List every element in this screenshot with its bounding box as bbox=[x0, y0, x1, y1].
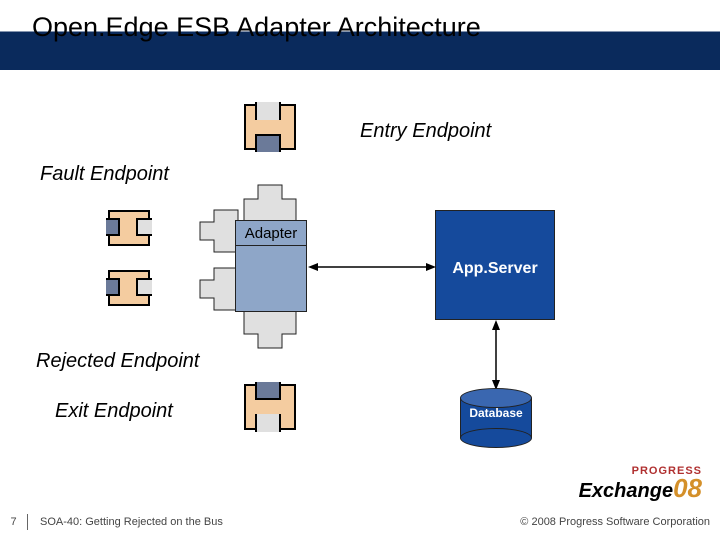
adapter-left-bottom-stub bbox=[200, 268, 238, 315]
adapter-appserver-arrow bbox=[308, 260, 436, 278]
entry-endpoint-port bbox=[244, 104, 296, 150]
page-title: Open.Edge ESB Adapter Architecture bbox=[32, 12, 481, 43]
appserver-label: App.Server bbox=[435, 260, 555, 278]
adapter-left-top-stub bbox=[200, 210, 238, 257]
fault-endpoint-port bbox=[108, 210, 150, 246]
exchange-logo: PROGRESS Exchange08 bbox=[579, 473, 702, 504]
database-label: Database bbox=[460, 406, 532, 420]
logo-main: Exchange bbox=[579, 480, 673, 502]
copyright: © 2008 Progress Software Corporation bbox=[520, 516, 710, 528]
exit-endpoint-port bbox=[244, 384, 296, 430]
architecture-diagram: Entry Endpoint Fault Endpoint Rejected E… bbox=[0, 70, 720, 500]
fault-endpoint-label: Fault Endpoint bbox=[40, 163, 169, 186]
logo-year: 08 bbox=[673, 473, 702, 503]
adapter-bottom-stub bbox=[244, 310, 296, 353]
appserver-db-arrow bbox=[490, 320, 502, 395]
adapter-box: Adapter bbox=[235, 220, 307, 246]
entry-endpoint-label: Entry Endpoint bbox=[360, 120, 491, 143]
page-number: 7 bbox=[0, 514, 28, 530]
rejected-endpoint-label: Rejected Endpoint bbox=[36, 350, 199, 373]
talk-title: SOA-40: Getting Rejected on the Bus bbox=[40, 516, 520, 528]
logo-brand: PROGRESS bbox=[632, 465, 702, 477]
exit-endpoint-label: Exit Endpoint bbox=[55, 400, 173, 423]
slide-footer: 7 SOA-40: Getting Rejected on the Bus © … bbox=[0, 504, 720, 540]
rejected-endpoint-port bbox=[108, 270, 150, 306]
